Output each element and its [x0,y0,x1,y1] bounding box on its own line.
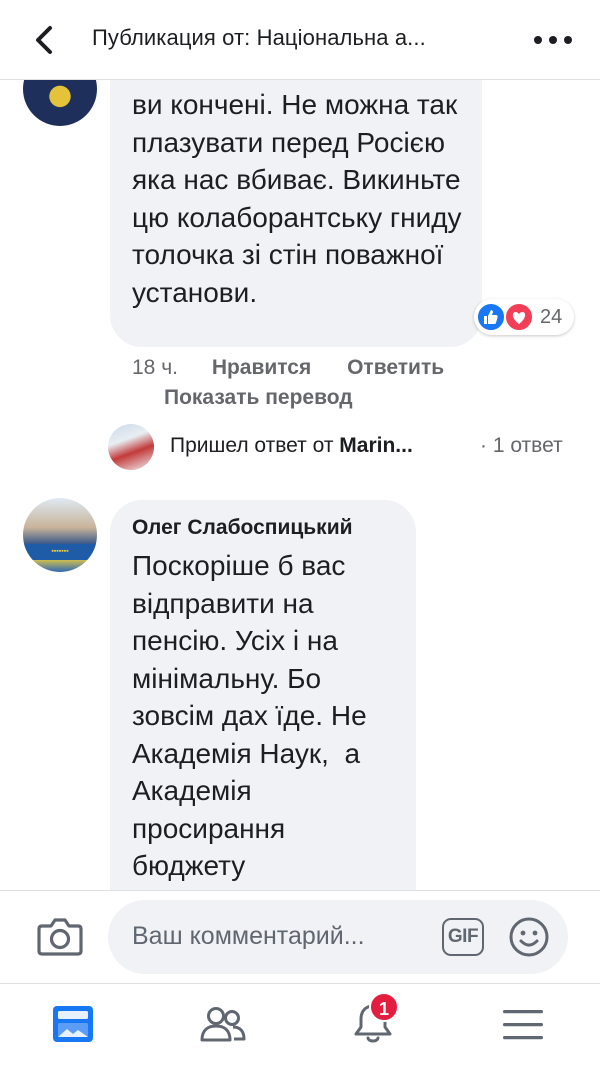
back-arrow-icon[interactable] [28,22,64,58]
news-feed-icon[interactable] [45,996,105,1052]
avatar[interactable]: ▪▪▪▪▪▪ [23,80,97,126]
avatar[interactable]: ▪▪▪▪▪▪▪ [23,498,97,572]
like-icon [476,302,506,332]
page-title: Публикация от: Національна а... [92,25,426,50]
reply-summary-text: Пришел ответ от Marin... [170,434,413,457]
comment-author[interactable]: Олег Слабоспицький [132,516,353,540]
replies-summary[interactable]: Пришел ответ от Marin... · 1 ответ [108,422,588,474]
comments-feed[interactable]: ▪▪▪▪▪▪ ви кончені. Не можна так плазуват… [0,80,600,890]
comment-time: 18 ч. [132,356,178,379]
top-bar: Публикация от: Національна а... [0,0,600,80]
bottom-navigation: 1 [0,983,600,1065]
more-options-icon[interactable] [534,30,574,50]
comment-input[interactable]: Ваш комментарий... GIF [108,900,568,974]
notification-badge: 1 [369,992,399,1022]
reactions-summary[interactable]: 24 [474,299,574,335]
gif-button[interactable]: GIF [442,918,484,956]
like-button[interactable]: Нравится [212,356,311,379]
friends-icon[interactable] [195,996,255,1052]
reply-count: · 1 ответ [480,434,563,457]
reply-author: Marin... [339,434,413,457]
comment-text: Поскоріше б вас відправити на пенсію. Ус… [132,550,367,881]
avatar [108,424,154,470]
comment-text: ви кончені. Не можна так плазувати перед… [132,89,462,308]
comment-composer: Ваш комментарий... GIF [0,890,600,983]
notifications-bell-icon[interactable]: 1 [345,992,405,1052]
show-translation-link[interactable]: Показать перевод [164,386,353,410]
comment-bubble[interactable]: ви кончені. Не можна так плазувати перед… [110,80,482,347]
camera-icon[interactable] [36,914,84,958]
love-icon [504,302,534,332]
reaction-count: 24 [540,306,563,328]
comment-placeholder: Ваш комментарий... [132,922,365,950]
comment-bubble[interactable]: Олег Слабоспицький Поскоріше б вас відпр… [110,500,416,890]
emoji-icon[interactable] [508,916,550,958]
reply-button[interactable]: Ответить [347,356,444,379]
menu-icon[interactable] [495,996,555,1052]
comment-actions: 18 ч. Нравится Ответить [132,356,474,380]
